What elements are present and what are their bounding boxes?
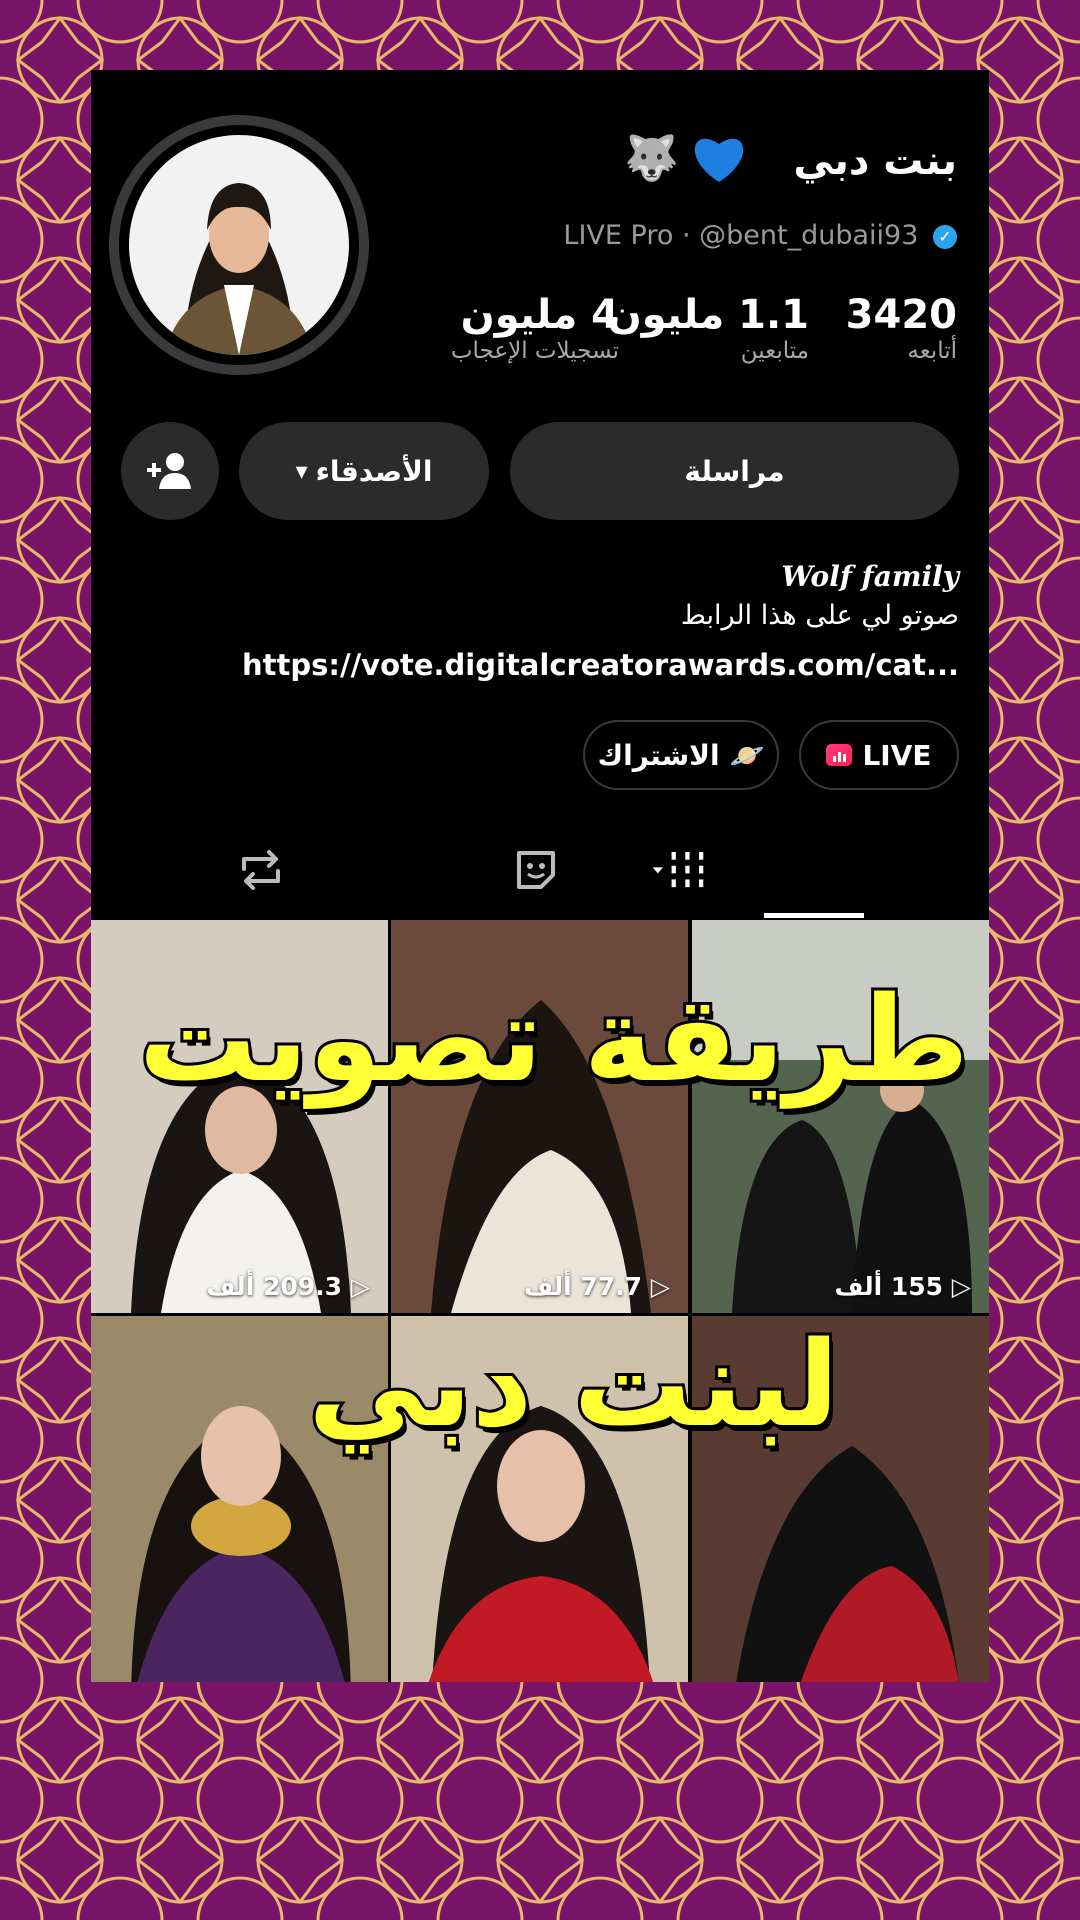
live-pro-label: LIVE Pro xyxy=(563,220,674,251)
stat-following[interactable]: 3420 أتابعه xyxy=(846,292,957,364)
bio-text: صوتو لي على هذا الرابط xyxy=(680,600,959,631)
chevron-down-icon: ▾ xyxy=(295,457,308,485)
handle-row: LIVE Pro · @bent_dubaii93 ✓ xyxy=(563,220,957,251)
live-bars-icon xyxy=(826,744,853,766)
separator: · xyxy=(681,220,691,251)
live-pill-button[interactable]: LIVE xyxy=(799,720,959,790)
profile-avatar[interactable] xyxy=(109,115,369,375)
friends-label: الأصدقاء xyxy=(315,454,433,488)
view-count: ▷ 209.3 ألف xyxy=(206,1272,370,1301)
friends-dropdown-button[interactable]: الأصدقاء ▾ xyxy=(239,422,489,520)
verified-badge-icon: ✓ xyxy=(933,224,957,249)
following-label: أتابعه xyxy=(907,338,957,364)
bio-link[interactable]: https://vote.digitalcreatorawards.com/ca… xyxy=(242,648,959,682)
following-count: 3420 xyxy=(845,292,957,338)
subscribe-pill-button[interactable]: 🪐 الاشتراك xyxy=(583,720,779,790)
planet-icon: 🪐 xyxy=(729,738,765,772)
name-emoji-group: 🐺 xyxy=(624,130,749,186)
avatar-photo xyxy=(129,135,349,355)
tab-reposts[interactable] xyxy=(231,840,291,900)
display-name: بنت دبي xyxy=(793,138,957,184)
tab-favorites[interactable] xyxy=(506,840,566,900)
videos-grid-icon xyxy=(652,852,704,888)
stat-followers[interactable]: 1.1 مليون متابعين xyxy=(608,292,809,364)
likes-count: 4 مليون xyxy=(460,292,619,338)
active-tab-indicator xyxy=(764,913,864,918)
person-add-icon xyxy=(147,453,191,489)
tab-videos[interactable] xyxy=(651,840,711,900)
add-friend-button[interactable] xyxy=(121,422,219,520)
username: @bent_dubaii93 xyxy=(699,220,919,251)
overlay-title-line-2: لبنت دبي xyxy=(305,1312,842,1456)
view-count: ▷ 77.7 ألف xyxy=(523,1272,670,1301)
likes-label: تسجيلات الإعجاب xyxy=(450,338,619,364)
stickers-icon xyxy=(517,851,555,889)
subscribe-label: الاشتراك xyxy=(597,738,720,772)
view-count: ▷ 155 ألف xyxy=(834,1272,971,1301)
followers-count: 1.1 مليون xyxy=(607,292,809,338)
live-label: LIVE xyxy=(862,738,932,772)
message-button[interactable]: مراسلة xyxy=(510,422,959,520)
wolf-icon: 🐺 xyxy=(624,133,679,184)
blue-heart-icon xyxy=(694,138,744,182)
bio-title: Wolf family xyxy=(781,560,959,593)
stat-likes[interactable]: 4 مليون تسجيلات الإعجاب xyxy=(451,292,619,364)
followers-label: متابعين xyxy=(740,338,809,364)
repost-icon xyxy=(242,850,280,890)
overlay-title-line-1: طريقة تصويت xyxy=(136,967,972,1111)
profile-screen: بنت دبي 🐺 LIVE Pro · @bent_dubaii93 ✓ 34… xyxy=(91,70,989,1682)
